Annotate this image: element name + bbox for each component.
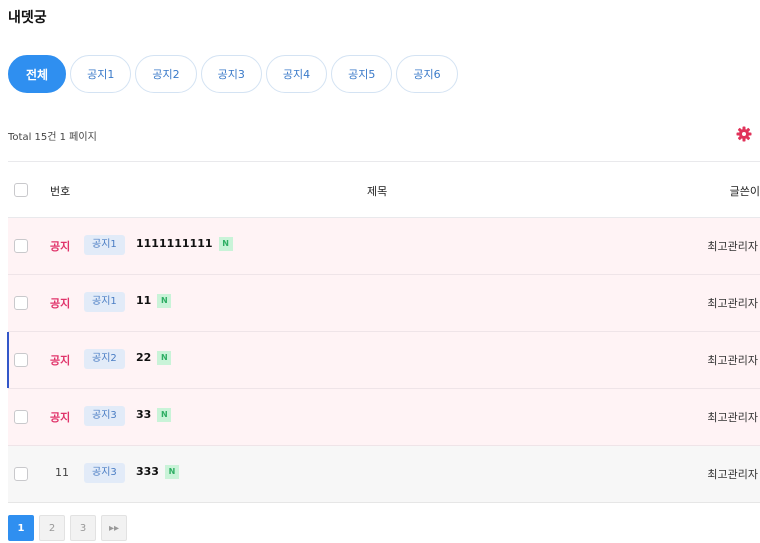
page-button-1[interactable]: 1 <box>8 515 34 541</box>
table-row: 공지 공지2 22 N 최고관리자 <box>7 332 760 389</box>
post-writer: 최고관리자 <box>707 297 758 310</box>
tab-notice3[interactable]: 공지3 <box>200 55 262 93</box>
post-number: 11 <box>55 466 69 479</box>
row-checkbox[interactable] <box>14 467 28 481</box>
table-row: 공지 공지3 33 N 최고관리자 <box>8 389 760 446</box>
header-subject: 제목 <box>367 185 388 198</box>
gear-icon[interactable] <box>736 126 752 142</box>
new-badge: N <box>164 465 179 479</box>
post-subject[interactable]: 333 <box>136 465 159 478</box>
post-subject-link[interactable]: 33 N <box>136 408 172 422</box>
table-row: 공지 공지1 1111111111 N 최고관리자 <box>8 218 760 275</box>
row-checkbox[interactable] <box>14 239 28 253</box>
post-writer: 최고관리자 <box>707 411 758 424</box>
post-subject[interactable]: 11 <box>136 294 151 307</box>
post-table: 번호 제목 글쓴이 공지 공지1 1111111111 N 최고관리자 공지 공지… <box>7 161 760 503</box>
total-count: Total 15건 1 페이지 <box>8 132 97 143</box>
new-badge: N <box>157 351 172 365</box>
post-writer: 최고관리자 <box>707 468 758 481</box>
new-badge: N <box>157 408 172 422</box>
header-num: 번호 <box>50 185 71 198</box>
post-subject-link[interactable]: 11 N <box>136 294 172 308</box>
page-button-2[interactable]: 2 <box>39 515 65 541</box>
new-badge: N <box>218 237 233 251</box>
table-row: 공지 공지1 11 N 최고관리자 <box>8 275 760 332</box>
post-subject[interactable]: 1111111111 <box>136 237 213 250</box>
page-button-3[interactable]: 3 <box>70 515 96 541</box>
post-subject[interactable]: 22 <box>136 351 151 364</box>
tab-notice1[interactable]: 공지1 <box>70 55 132 93</box>
category-badge[interactable]: 공지3 <box>84 463 125 483</box>
tab-notice6[interactable]: 공지6 <box>396 55 458 93</box>
category-badge[interactable]: 공지1 <box>84 235 125 255</box>
post-writer: 최고관리자 <box>707 354 758 367</box>
post-subject-link[interactable]: 333 N <box>136 465 179 479</box>
post-subject-link[interactable]: 1111111111 N <box>136 237 233 251</box>
select-all-checkbox[interactable] <box>14 183 28 197</box>
next-end-icon[interactable]: ▸▸ <box>101 515 127 541</box>
page-title: 내뎃궁 <box>8 10 47 26</box>
header-writer: 글쓴이 <box>729 185 760 198</box>
notice-label: 공지 <box>50 297 71 310</box>
notice-label: 공지 <box>50 354 71 367</box>
post-subject-link[interactable]: 22 N <box>136 351 172 365</box>
table-row: 11 공지3 333 N 최고관리자 <box>8 446 760 503</box>
tab-notice2[interactable]: 공지2 <box>135 55 197 93</box>
new-badge: N <box>157 294 172 308</box>
category-badge[interactable]: 공지3 <box>84 406 125 426</box>
row-checkbox[interactable] <box>14 296 28 310</box>
tab-notice4[interactable]: 공지4 <box>265 55 328 93</box>
category-badge[interactable]: 공지2 <box>84 349 125 369</box>
notice-label: 공지 <box>50 240 71 253</box>
row-checkbox[interactable] <box>14 353 28 367</box>
category-tabs: 전체 공지1 공지2 공지3 공지4 공지5 공지6 <box>8 55 458 93</box>
post-subject[interactable]: 33 <box>136 408 151 421</box>
category-badge[interactable]: 공지1 <box>84 292 125 312</box>
table-header: 번호 제목 글쓴이 <box>8 161 760 218</box>
tab-all[interactable]: 전체 <box>8 55 67 93</box>
notice-label: 공지 <box>50 411 71 424</box>
post-writer: 최고관리자 <box>707 240 758 253</box>
row-checkbox[interactable] <box>14 410 28 424</box>
pagination: 1 2 3 ▸▸ <box>8 515 127 541</box>
tab-notice5[interactable]: 공지5 <box>331 55 393 93</box>
